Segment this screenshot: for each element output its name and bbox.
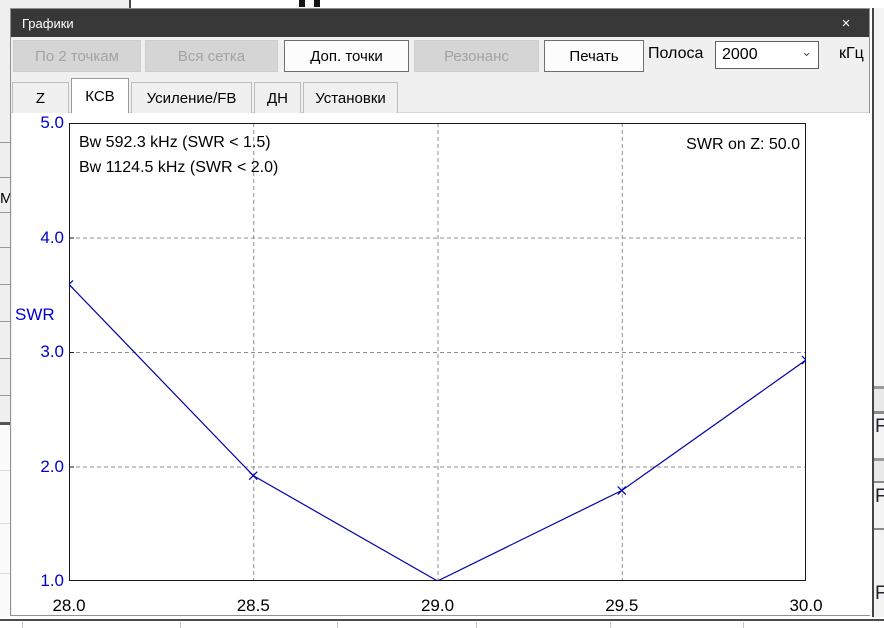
background-letter: М xyxy=(0,190,10,207)
background-list-fragment xyxy=(0,425,10,628)
x-tick-label: 29.5 xyxy=(592,596,652,616)
tab-z[interactable]: Z xyxy=(12,82,69,113)
impedance-annotation: SWR on Z: 50.0 xyxy=(686,136,800,154)
bandwidth-annotation-1: Bw 592.3 kHz (SWR < 1.5) xyxy=(79,134,271,152)
resonance-button: Резонанс xyxy=(414,40,539,72)
swr-plot xyxy=(69,123,806,581)
y-tick-label: 4.0 xyxy=(12,228,64,248)
tab-settings[interactable]: Установки xyxy=(303,82,398,113)
background-table-border xyxy=(0,619,884,621)
y-tick-label: 2.0 xyxy=(12,457,64,477)
tab-strip: Z КСВ Усиление/FB ДН Установки xyxy=(11,75,869,113)
band-unit: кГц xyxy=(839,45,864,63)
background-panel-fragment: F F F xyxy=(874,8,884,628)
two-points-button: По 2 точкам xyxy=(13,40,141,72)
background-list-fragment: М xyxy=(0,8,10,424)
background-letter: F xyxy=(875,486,884,508)
bandwidth-annotation-2: Bw 1124.5 kHz (SWR < 2.0) xyxy=(79,159,278,177)
background-letter: F xyxy=(875,416,884,438)
y-tick-label: 5.0 xyxy=(12,113,64,133)
tab-ksv[interactable]: КСВ xyxy=(71,78,129,113)
band-value: 2000 xyxy=(722,46,758,64)
band-label: Полоса xyxy=(648,45,703,63)
x-tick-label: 29.0 xyxy=(408,596,468,616)
y-tick-label: 1.0 xyxy=(12,571,64,591)
x-tick-label: 28.0 xyxy=(39,596,99,616)
tab-pattern[interactable]: ДН xyxy=(254,82,301,113)
background-text-fragment xyxy=(299,0,305,7)
title-bar[interactable]: Графики × xyxy=(11,9,869,37)
graphs-window: Графики × По 2 точкам Вся сетка Доп. точ… xyxy=(10,8,870,616)
background-divider xyxy=(129,0,131,8)
window-title: Графики xyxy=(22,16,74,31)
x-tick-label: 30.0 xyxy=(776,596,836,616)
band-combobox[interactable]: 2000 ⌄ xyxy=(715,41,819,69)
x-tick-label: 28.5 xyxy=(223,596,283,616)
chart-area: 5.0 4.0 3.0 2.0 1.0 28.0 28.5 29.0 29.5 30.0 SWR… xyxy=(12,113,870,615)
close-icon[interactable]: × xyxy=(829,9,863,37)
chevron-down-icon: ⌄ xyxy=(801,44,812,60)
y-axis-title: SWR xyxy=(15,305,55,325)
background-panel-fragment xyxy=(0,0,129,8)
y-tick-label: 3.0 xyxy=(12,342,64,362)
print-button[interactable]: Печать xyxy=(544,40,644,72)
toolbar: По 2 точкам Вся сетка Доп. точки Резонан… xyxy=(11,37,869,75)
tab-gain-fb[interactable]: Усиление/FB xyxy=(131,82,252,113)
whole-grid-button: Вся сетка xyxy=(145,40,278,72)
extra-points-button[interactable]: Доп. точки xyxy=(284,40,409,72)
background-letter: F xyxy=(875,583,884,605)
background-text-fragment xyxy=(314,0,320,7)
